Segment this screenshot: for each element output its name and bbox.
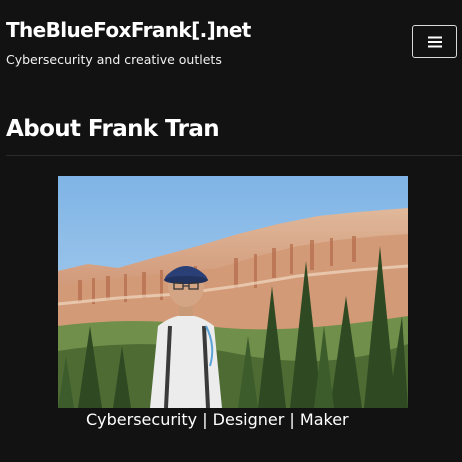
site-tagline: Cybersecurity and creative outlets (6, 52, 222, 67)
photo-caption: Cybersecurity | Designer | Maker (86, 410, 349, 429)
title-divider (6, 155, 462, 156)
page: TheBlueFoxFrank[.]net Cybersecurity and … (0, 0, 462, 462)
site-title[interactable]: TheBlueFoxFrank[.]net (6, 18, 251, 42)
profile-photo (58, 176, 408, 408)
hamburger-menu-icon (427, 36, 442, 47)
page-title: About Frank Tran (6, 116, 220, 142)
menu-toggle-button[interactable] (412, 25, 457, 58)
